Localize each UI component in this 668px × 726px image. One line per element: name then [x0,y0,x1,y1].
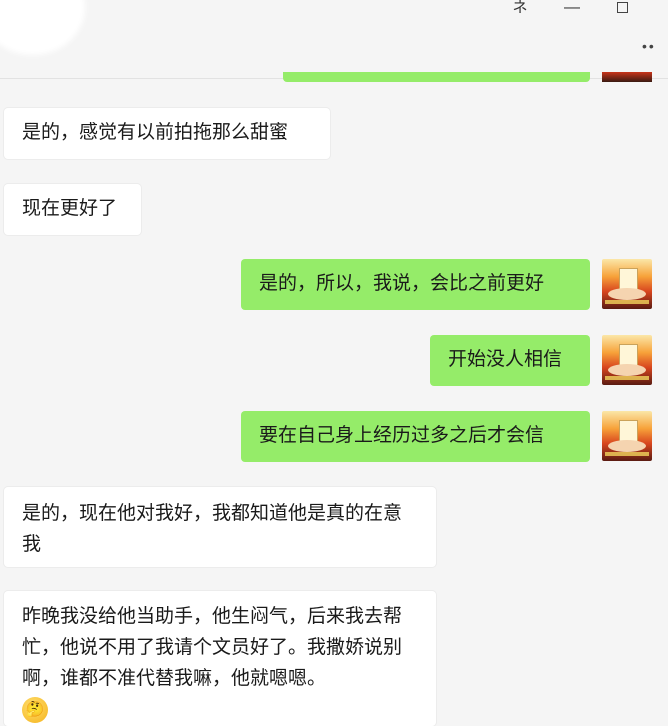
message-text: 开始没人相信 [448,349,563,370]
message-bubble-received[interactable]: 是的，感觉有以前拍拖那么甜蜜 [4,108,330,159]
message-bubble-received[interactable]: 现在更好了 [4,184,141,235]
message-text: 现在更好了 [22,198,118,219]
message-text: 是的，感觉有以前拍拖那么甜蜜 [22,122,289,143]
message-bubble-sent[interactable]: 是的，所以，我说，会比之前更好 [241,259,590,310]
message-text: 是的，所以，我说，会比之前更好 [259,273,545,294]
message-bubble-received[interactable]: 昨晚我没给他当助手，他生闷气，后来我去帮忙，他说不用了我请个文员好了。我撒娇说别… [4,591,436,726]
thinking-emoji-icon: 🤔 [22,696,48,723]
contact-avatar-blurred [0,0,85,55]
self-avatar[interactable] [602,335,652,385]
message-bubble-sent[interactable]: 要在自己身上经历过多之后才会信 [241,411,590,462]
maximize-icon[interactable] [608,0,636,18]
message-list[interactable]: 是的，感觉有以前拍拖那么甜蜜 现在更好了 是的，所以，我说，会比之前更好 开始没… [0,79,668,726]
message-bubble-received[interactable]: 是的，现在他对我好，我都知道他是真的在意我 [4,487,436,567]
more-icon[interactable]: •• [642,38,656,54]
self-avatar[interactable] [602,411,652,461]
message-text: 要在自己身上经历过多之后才会信 [259,425,545,446]
self-avatar[interactable] [602,259,652,309]
minimize-icon[interactable]: — [558,0,586,18]
message-bubble-sent[interactable]: 开始没人相信 [430,335,590,386]
message-text: 昨晚我没给他当助手，他生闷气，后来我去帮忙，他说不用了我请个文员好了。我撒娇说别… [22,606,403,689]
pin-icon[interactable]: ネ [506,0,534,18]
message-text: 是的，现在他对我好，我都知道他是真的在意我 [22,503,403,555]
chat-title-bar: ネ — •• [0,0,668,79]
